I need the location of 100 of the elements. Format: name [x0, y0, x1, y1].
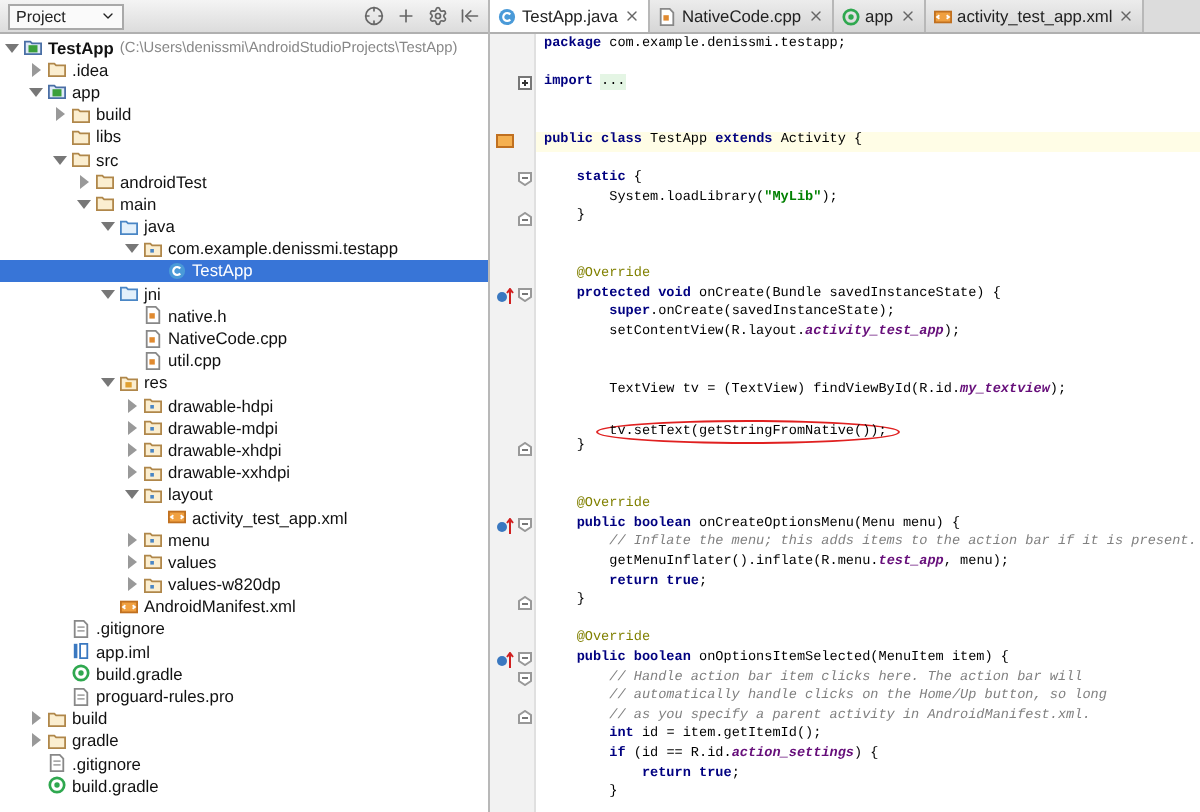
tree-item[interactable]: build [0, 103, 488, 126]
collapsed-arrow-icon[interactable] [28, 61, 44, 78]
tree-item[interactable]: jni [0, 282, 488, 305]
package-folder-icon [144, 239, 162, 258]
tree-item[interactable]: gradle [0, 729, 488, 752]
tree-item[interactable]: app.iml [0, 640, 488, 663]
tree-item-label: .gitignore [72, 753, 141, 774]
settings-icon[interactable] [428, 6, 448, 26]
fold-end-icon[interactable] [518, 441, 532, 456]
fold-icon[interactable] [518, 518, 532, 533]
override-marker-icon[interactable] [496, 651, 514, 668]
expanded-arrow-icon[interactable] [52, 151, 68, 168]
source-file-icon [144, 351, 162, 370]
tree-item[interactable]: libs [0, 125, 488, 148]
collapsed-arrow-icon[interactable] [28, 732, 44, 749]
tree-item[interactable]: src [0, 147, 488, 171]
tree-item[interactable]: build [0, 707, 488, 730]
fold-end-icon[interactable] [518, 211, 532, 226]
expanded-arrow-icon[interactable] [100, 285, 116, 302]
tree-item-label: NativeCode.cpp [168, 328, 288, 349]
tree-item-label: app.iml [96, 641, 150, 662]
package-folder-icon [144, 396, 162, 415]
tree-item[interactable]: drawable-hdpi [0, 394, 488, 417]
editor-tab[interactable]: TestApp.java [490, 0, 650, 32]
tree-item[interactable]: activity_test_app.xml [0, 505, 488, 529]
expanded-arrow-icon[interactable] [100, 218, 116, 235]
tree-item[interactable]: TestApp [0, 259, 488, 283]
package-folder-icon [144, 530, 162, 549]
collapsed-arrow-icon[interactable] [124, 531, 140, 548]
tree-item[interactable]: AndroidManifest.xml [0, 595, 488, 618]
override-marker-icon[interactable] [496, 517, 514, 534]
tree-item-label: TestApp [192, 260, 253, 281]
fold-end-icon[interactable] [518, 710, 532, 725]
editor-tab[interactable]: activity_test_app.xml [925, 0, 1145, 32]
plus-icon[interactable] [396, 6, 416, 26]
editor-tab[interactable]: NativeCode.cpp [649, 0, 834, 32]
tree-item[interactable]: NativeCode.cpp [0, 326, 488, 350]
tree-item[interactable]: values [0, 550, 488, 573]
expanded-arrow-icon[interactable] [100, 374, 116, 391]
tree-item-label: main [120, 193, 157, 214]
tree-item[interactable]: res [0, 371, 488, 394]
tree-item[interactable]: .gitignore [0, 617, 488, 641]
tree-item[interactable]: drawable-mdpi [0, 416, 488, 439]
fold-icon[interactable] [518, 288, 532, 303]
fold-icon[interactable] [518, 671, 532, 686]
collapsed-arrow-icon[interactable] [124, 441, 140, 458]
tree-item[interactable]: build.gradle [0, 774, 488, 797]
expand-icon[interactable] [518, 76, 532, 91]
tree-item[interactable]: app [0, 80, 488, 104]
tree-item-label: drawable-hdpi [168, 395, 274, 416]
locate-icon[interactable] [364, 6, 384, 26]
collapsed-arrow-icon[interactable] [124, 464, 140, 481]
tree-item[interactable]: drawable-xxhdpi [0, 461, 488, 484]
project-view-dropdown[interactable]: Project [8, 3, 124, 29]
package-folder-icon [144, 485, 162, 504]
tree-item-label: .idea [72, 59, 109, 80]
collapsed-arrow-icon[interactable] [124, 576, 140, 593]
tree-item-label: activity_test_app.xml [192, 507, 348, 528]
tree-item[interactable]: build.gradle [0, 662, 488, 685]
collapsed-arrow-icon[interactable] [76, 173, 92, 190]
tree-item[interactable]: menu [0, 528, 488, 551]
expanded-arrow-icon[interactable] [124, 240, 140, 257]
collapsed-arrow-icon[interactable] [28, 710, 44, 727]
implemented-marker-icon[interactable] [496, 134, 514, 149]
expanded-arrow-icon[interactable] [76, 195, 92, 212]
editor-tab[interactable]: app [833, 0, 926, 32]
source-file-icon [657, 7, 676, 25]
resource-folder-icon [120, 373, 138, 392]
tree-item[interactable]: layout [0, 483, 488, 506]
tree-item[interactable]: com.example.denissmi.testapp [0, 237, 488, 260]
collapsed-arrow-icon[interactable] [124, 553, 140, 570]
expanded-arrow-icon[interactable] [28, 83, 44, 100]
close-icon[interactable] [899, 8, 916, 24]
module-file-icon [72, 642, 90, 661]
collapsed-arrow-icon[interactable] [52, 106, 68, 123]
tree-item[interactable]: proguard-rules.pro [0, 684, 488, 708]
hide-panel-icon[interactable] [460, 6, 480, 26]
fold-icon[interactable] [518, 652, 532, 667]
fold-end-icon[interactable] [518, 595, 532, 610]
tree-item[interactable]: main [0, 192, 488, 215]
close-icon[interactable] [1118, 8, 1135, 24]
tree-item[interactable]: .idea [0, 58, 488, 81]
tree-item-label: util.cpp [168, 350, 222, 371]
tree-item[interactable]: native.h [0, 304, 488, 327]
close-icon[interactable] [807, 8, 824, 24]
source-folder-icon [120, 217, 138, 236]
tree-item[interactable]: drawable-xhdpi [0, 438, 488, 462]
collapsed-arrow-icon[interactable] [124, 397, 140, 414]
expanded-arrow-icon[interactable] [4, 39, 20, 56]
tree-item[interactable]: androidTest [0, 170, 488, 193]
tree-item[interactable]: values-w820dp [0, 573, 488, 596]
tree-item[interactable]: util.cpp [0, 349, 488, 372]
close-icon[interactable] [623, 8, 640, 24]
expanded-arrow-icon[interactable] [124, 486, 140, 503]
tree-item[interactable]: java [0, 215, 488, 238]
tree-item[interactable]: .gitignore [0, 752, 488, 775]
collapsed-arrow-icon[interactable] [124, 419, 140, 436]
fold-icon[interactable] [518, 172, 532, 187]
override-marker-icon[interactable] [496, 287, 514, 304]
source-folder-icon [120, 284, 138, 303]
